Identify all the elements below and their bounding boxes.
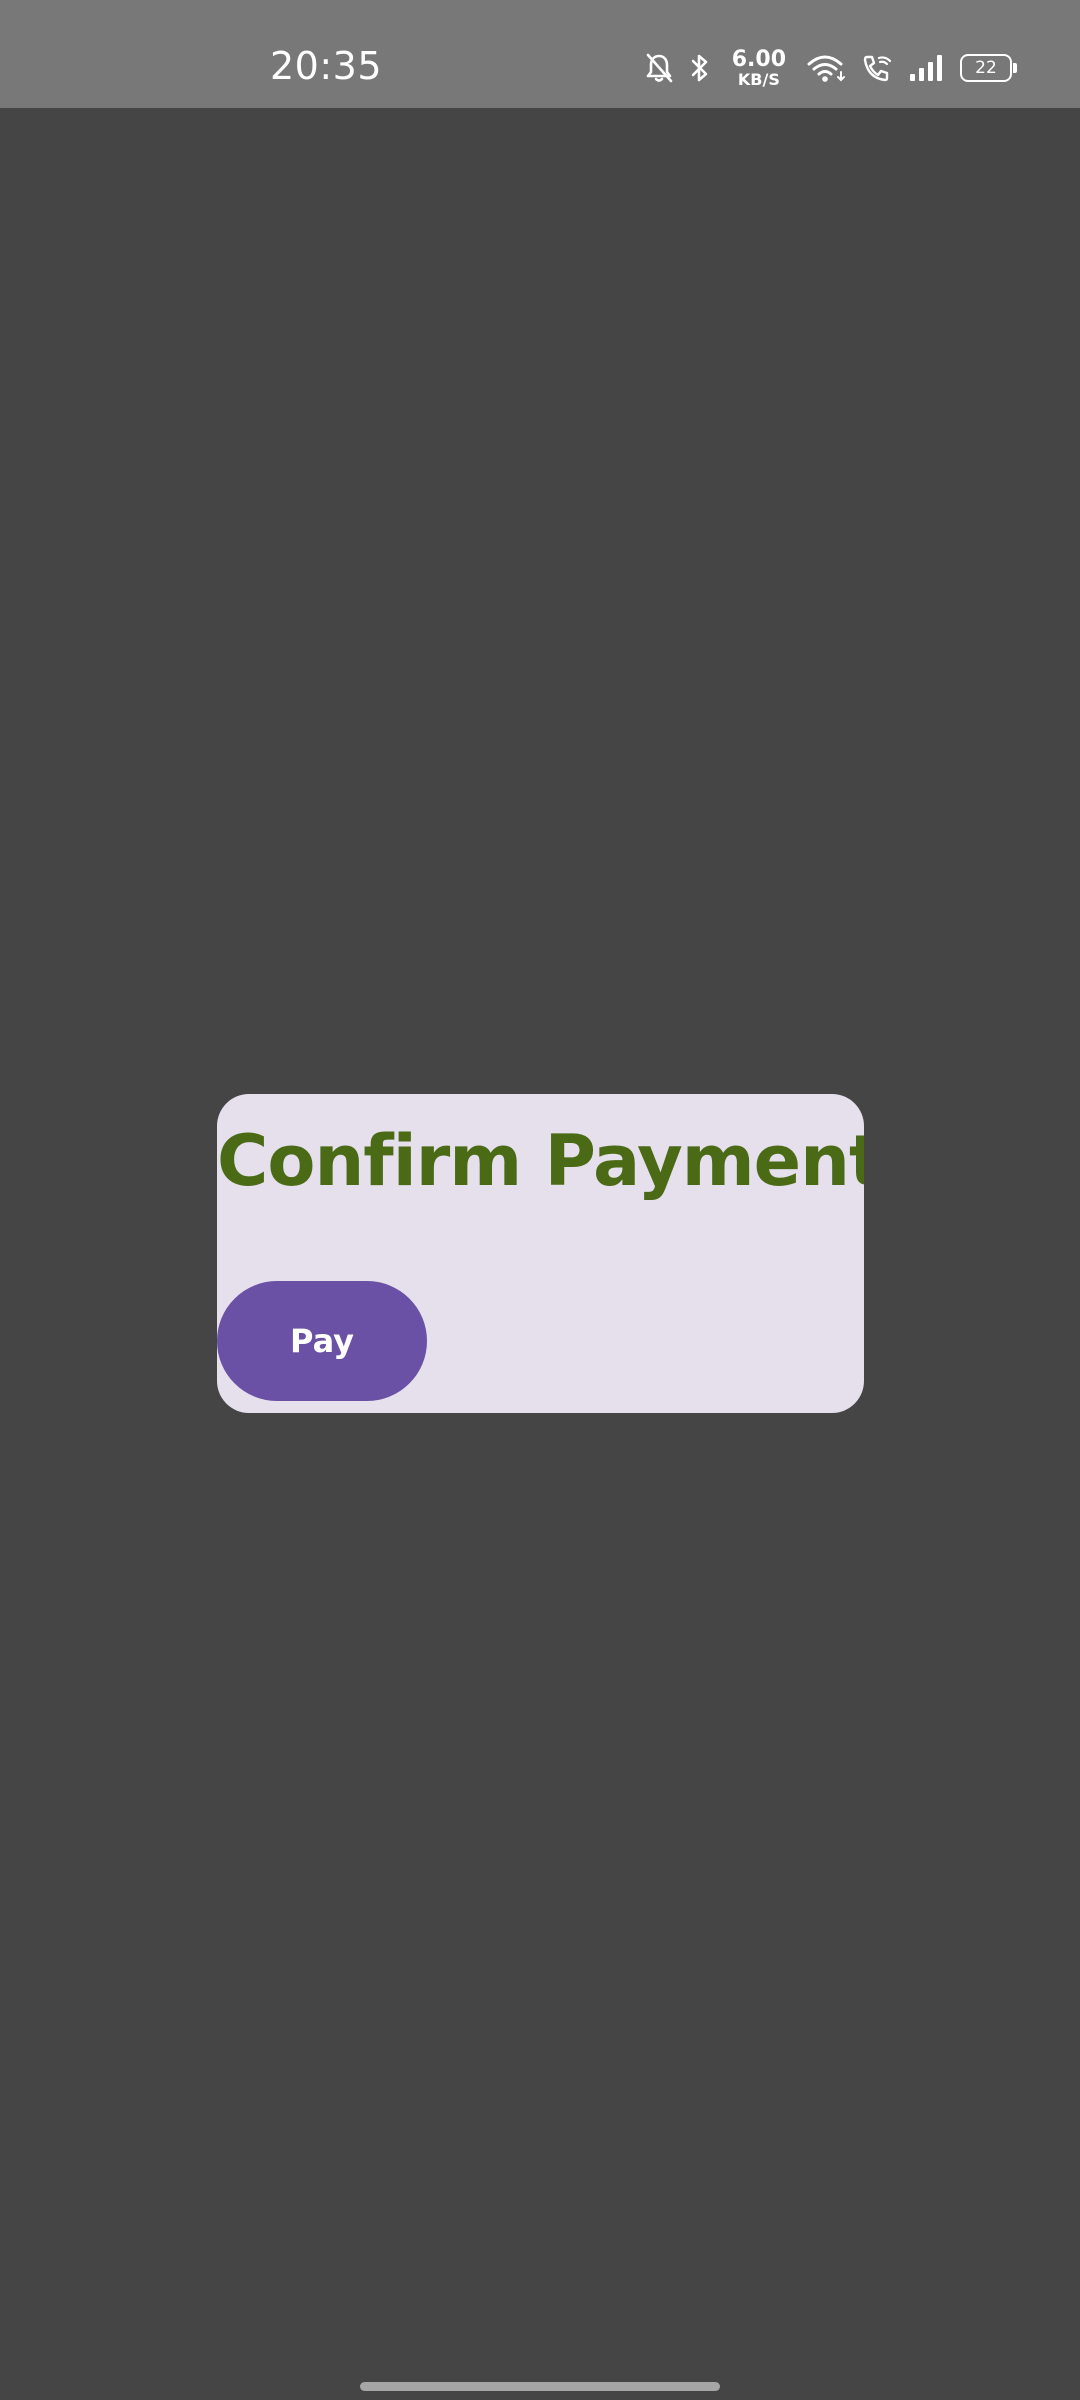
wifi-calling-icon [860, 52, 894, 84]
wifi-icon [806, 52, 846, 84]
gesture-navigation-handle[interactable] [360, 2382, 720, 2391]
status-time: 20:35 [270, 44, 383, 88]
battery-icon: 22 [960, 54, 1017, 82]
confirm-payment-dialog: Confirm Payment Pay [217, 1094, 864, 1413]
network-speed-value: 6.00 [731, 46, 786, 72]
network-speed: 6.00 KB/S [731, 46, 786, 89]
status-icons: 6.00 KB/S 22 [644, 44, 1017, 92]
pay-button[interactable]: Pay [217, 1281, 427, 1401]
bell-off-icon [644, 52, 674, 84]
status-bar: 20:35 6.00 KB/S 22 [0, 0, 1080, 108]
bluetooth-icon [688, 52, 712, 84]
battery-level: 22 [975, 58, 997, 78]
cell-signal-icon [908, 52, 946, 84]
dialog-title: Confirm Payment [217, 1120, 864, 1202]
network-speed-unit: KB/S [737, 69, 780, 89]
